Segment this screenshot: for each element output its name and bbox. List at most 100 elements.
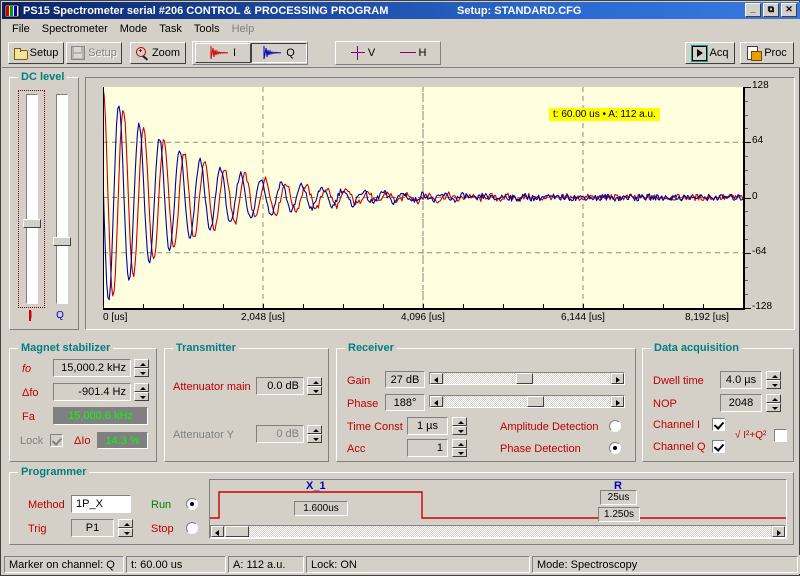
attenuator-y-stepper	[307, 425, 322, 443]
phase-detection-radio[interactable]	[609, 442, 621, 454]
trig-stepper[interactable]	[118, 519, 133, 537]
attenuator-main-field[interactable]: 0.0 dB	[256, 377, 304, 395]
data-acquisition-group: Data acquisition Dwell time 4.0 µs NOP 2…	[642, 342, 794, 462]
dc-level-group: DC level I Q	[9, 71, 79, 330]
x-axis	[103, 308, 745, 310]
time-const-label: Time Const	[347, 421, 403, 433]
amplitude-detection-label: Amplitude Detection	[500, 421, 599, 433]
nop-stepper[interactable]	[766, 394, 781, 412]
trig-value: P1	[85, 522, 100, 534]
window-title: PS15 Spectrometer serial #206 CONTROL & …	[23, 4, 389, 17]
acc-field[interactable]: 1	[407, 439, 448, 457]
status-marker: Marker on channel: Q	[4, 556, 124, 573]
setup-open-button[interactable]: Setup	[8, 42, 64, 64]
time-const-field[interactable]: 1 µs	[407, 417, 448, 435]
gain-label: Gain	[347, 375, 371, 387]
x-tick-mark	[703, 304, 704, 308]
nop-label: NOP	[653, 398, 677, 410]
dfo-field[interactable]: -901.4 Hz	[53, 383, 131, 401]
phase-slider[interactable]	[429, 395, 625, 408]
y-tick-minor	[745, 169, 748, 171]
menu-item-spectrometer[interactable]: Spectrometer	[36, 21, 114, 37]
minimize-button[interactable]: _	[745, 3, 761, 17]
dwell-time-stepper[interactable]	[766, 371, 781, 389]
pulse-sequence-scrollbar[interactable]	[210, 525, 786, 538]
magnitude-label: √ I²+Q²	[735, 430, 767, 441]
x-tick-mark	[583, 304, 584, 310]
y-tick-minor	[745, 100, 748, 102]
acq-button[interactable]: Acq	[685, 42, 735, 64]
y-tick-minor	[745, 294, 748, 296]
x-tick-mark	[343, 304, 344, 308]
channel-q-checkbox[interactable]	[712, 440, 725, 453]
pulse-x1-label: X_1	[306, 480, 326, 492]
status-mode: Mode: Spectroscopy	[532, 556, 798, 573]
trig-field[interactable]: P1	[71, 519, 114, 537]
channel-i-button[interactable]: I	[195, 43, 251, 63]
magnitude-checkbox[interactable]	[774, 429, 787, 442]
dc-level-i-slider[interactable]	[23, 94, 41, 304]
x-tick-label: 0 [us]	[103, 312, 128, 323]
dc-level-q-thumb[interactable]	[53, 237, 71, 246]
menu-item-mode[interactable]: Mode	[114, 21, 154, 37]
y-tick-mark	[745, 87, 751, 88]
gain-slider[interactable]	[429, 372, 625, 385]
x-tick-mark	[143, 304, 144, 308]
channel-q-label: Q	[286, 47, 295, 59]
close-button[interactable]: ✕	[781, 3, 797, 17]
dc-level-i-thumb[interactable]	[23, 219, 41, 228]
menu-item-tools[interactable]: Tools	[188, 21, 226, 37]
relax-delay-field[interactable]: 25us	[600, 490, 637, 505]
gain-field[interactable]: 27 dB	[385, 371, 425, 388]
proc-button[interactable]: Proc	[740, 42, 794, 64]
lock-label: Lock	[20, 435, 44, 447]
dc-level-q-slider[interactable]	[53, 94, 71, 304]
setup-open-label: Setup	[29, 47, 59, 59]
fo-stepper[interactable]	[134, 359, 149, 377]
horizontal-line-icon	[399, 46, 416, 60]
time-const-stepper[interactable]	[452, 417, 467, 435]
programmer-title: Programmer	[18, 466, 90, 478]
cursor-v-button[interactable]: V	[338, 43, 388, 63]
stop-radio[interactable]	[186, 522, 198, 534]
channel-i-label: Channel I	[653, 419, 701, 431]
method-field[interactable]: 1P_X	[71, 495, 131, 513]
waveform-chart[interactable]: 128 64 0 -64 -128 0 [us] 2,048 [us] 4,096 [us]…	[85, 77, 795, 330]
pulse-width-field[interactable]: 1.600us	[294, 501, 348, 516]
fid-red-icon	[210, 46, 230, 60]
setup-save-label: Setup	[88, 47, 117, 59]
phase-value: 188°	[393, 396, 417, 409]
dfo-stepper[interactable]	[134, 383, 149, 401]
acc-stepper[interactable]	[452, 439, 467, 457]
phase-field[interactable]: 188°	[385, 394, 425, 411]
x-tick-mark	[303, 304, 304, 308]
nop-field[interactable]: 2048	[720, 394, 762, 412]
x-tick-mark	[663, 304, 664, 308]
repeat-time-field[interactable]: 1.250s	[598, 507, 640, 522]
amplitude-detection-radio[interactable]	[609, 420, 621, 432]
zoom-button[interactable]: Zoom	[130, 42, 186, 64]
channel-q-button[interactable]: Q	[251, 43, 307, 63]
process-document-icon	[747, 46, 763, 61]
channel-i-label: I	[232, 47, 237, 59]
run-label: Run	[151, 499, 172, 511]
pulse-sequence-panel[interactable]: X_1 1.600us R 25us 1.250s	[209, 479, 787, 539]
dio-value: 14.3 %	[105, 434, 140, 447]
menu-item-task[interactable]: Task	[153, 21, 188, 37]
fa-display: 15,000.6 kHz	[53, 407, 148, 425]
x-tick-mark	[623, 304, 624, 308]
magnet-stabilizer-group: Magnet stabilizer fo 15,000.2 kHz Δfo -9…	[9, 342, 157, 462]
y-tick-minor	[745, 238, 748, 240]
attenuator-main-stepper[interactable]	[307, 377, 322, 395]
dwell-time-field[interactable]: 4.0 µs	[720, 371, 762, 389]
trig-label: Trig	[28, 523, 47, 535]
fo-field[interactable]: 15,000.2 kHz	[53, 359, 131, 377]
cursor-h-button[interactable]: H	[388, 43, 438, 63]
channel-i-checkbox[interactable]	[712, 418, 725, 431]
lock-checkbox[interactable]	[50, 434, 63, 447]
status-time: t: 60.00 us	[126, 556, 226, 573]
restore-button[interactable]: ⧉	[763, 3, 779, 17]
run-radio[interactable]	[186, 498, 198, 510]
gain-value: 27 dB	[390, 373, 420, 386]
menu-item-file[interactable]: File	[6, 21, 36, 37]
